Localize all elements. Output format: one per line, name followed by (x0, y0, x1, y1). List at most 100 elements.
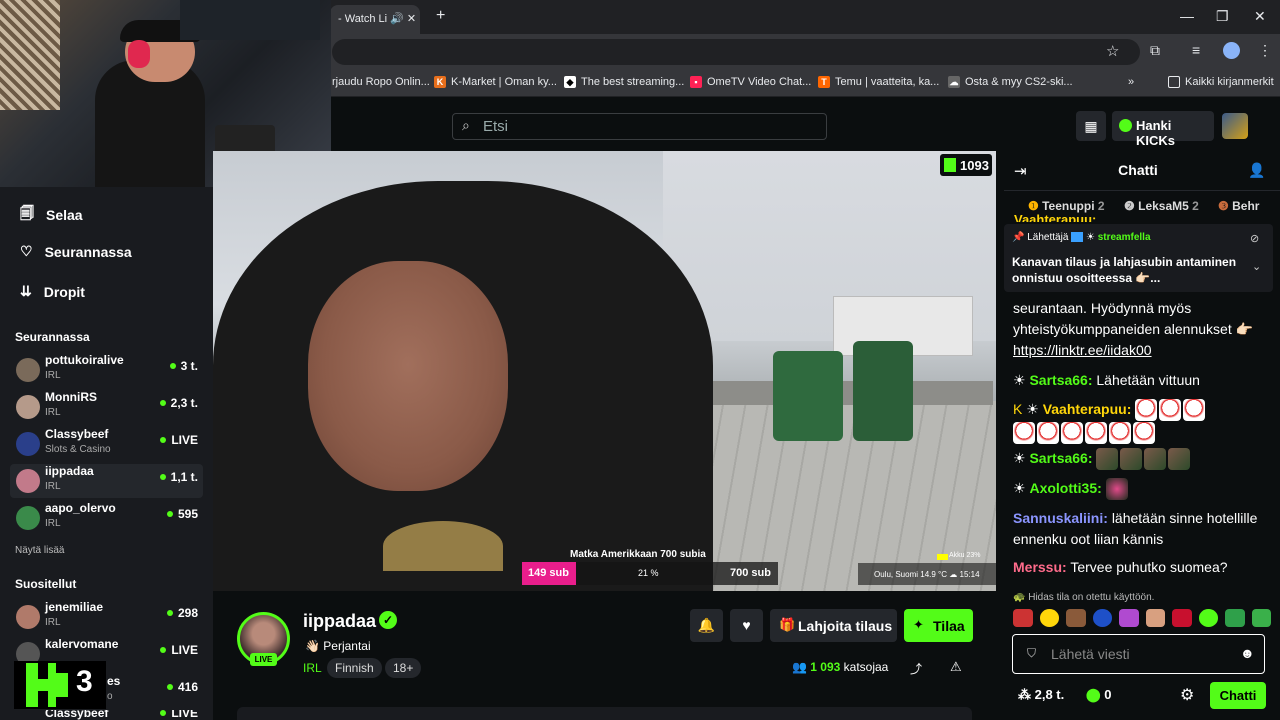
sidebar-channel[interactable]: aapo_olervo IRL 595 (10, 501, 203, 535)
nav-drops[interactable]: ⇊ Dropit (20, 283, 85, 300)
kmarket-icon: K (434, 76, 446, 88)
extensions-icon[interactable]: ⧉ (1150, 42, 1160, 59)
chat-input-placeholder: Lähetä viesti (1051, 646, 1130, 662)
gear-icon[interactable]: ⚙ (1180, 685, 1194, 705)
location-overlay: Oulu, Suomi 14.9 °C ☁ 15:14 (858, 563, 996, 585)
nav-following[interactable]: ♡ Seurannassa (20, 243, 132, 260)
stream-title: 👋🏻 Perjantai (305, 639, 371, 653)
emoji-icon[interactable]: ☻ (1240, 645, 1255, 661)
bookmark-item[interactable]: ▪ OmeTV Video Chat... (690, 76, 811, 88)
bookmark-item[interactable]: rjaudu Ropo Onlin... (332, 76, 430, 88)
send-chat-button[interactable]: Chatti (1210, 682, 1266, 709)
goal-progress-bar: 149 sub 21 % 700 sub (522, 562, 778, 585)
sidebar-channel[interactable]: Classybeef LIVE (10, 710, 203, 720)
avatar[interactable] (1222, 113, 1248, 139)
cs2-icon: ☁ (948, 76, 960, 88)
sidebar-channel[interactable]: Classybeef Slots & Casino LIVE (10, 427, 203, 461)
emote-bar (1013, 609, 1273, 631)
chat-peek: Vaahterapuu: (1014, 212, 1097, 222)
pinned-text: Kanavan tilaus ja lahjasubin antaminen o… (1012, 255, 1237, 285)
video-player[interactable]: 1093 Matka Amerikkaan 700 subia 149 sub … (213, 151, 996, 591)
show-more-link[interactable]: Näytä lisää (15, 545, 64, 556)
battery-icon (937, 554, 948, 560)
headphones (128, 40, 150, 68)
channel-points[interactable]: ⁂ 2,8 t. (1018, 687, 1064, 703)
bookmark-item[interactable]: ☁ Osta & myy CS2-ski... (948, 76, 1073, 88)
bell-icon[interactable]: 🔔 (690, 609, 723, 642)
emote-icon[interactable] (1066, 609, 1086, 627)
share-icon[interactable]: ⤴ (910, 660, 922, 677)
report-icon[interactable]: ⚠ (950, 659, 962, 675)
pinned-header: 📌 Lähettäjä ☀ streamfella (1012, 232, 1151, 243)
sidebar-channel[interactable]: jenemiliae IRL 298 (10, 600, 203, 634)
chat-message: Merssu: Tervee puhutko suomea? (1013, 559, 1228, 575)
minimize-icon[interactable]: — (1180, 8, 1194, 24)
emote-icon[interactable] (1198, 609, 1218, 627)
emote-icon[interactable] (1092, 609, 1112, 627)
folder-icon (1168, 76, 1180, 88)
bookmark-item[interactable]: ◆ The best streaming... (564, 76, 684, 88)
recommended-heading: Suositellut (15, 577, 77, 591)
emote-icon[interactable] (1119, 609, 1139, 627)
user-settings-icon[interactable]: 👤 (1248, 162, 1265, 179)
monitor (180, 0, 320, 40)
kicks-coin-icon (1119, 119, 1132, 132)
dashboard-icon[interactable]: ▦ (1076, 111, 1106, 141)
chat-panel: ⇥ Chatti 👤 ❶ Teenuppi 2 ❷ LeksaM5 2 ❸ Be… (1004, 152, 1280, 720)
bookmark-item[interactable]: K K-Market | Oman ky... (434, 76, 557, 88)
bookmark-item[interactable]: T Temu | vaatteita, ka... (818, 76, 939, 88)
green-bag (853, 341, 913, 441)
verified-icon: ✓ (379, 611, 397, 629)
sub-count: 149 sub (528, 567, 569, 579)
chat-title: Chatti (1118, 162, 1158, 178)
nav-browse[interactable]: 🗐 Selaa (20, 203, 83, 227)
live-badge: LIVE (250, 653, 277, 666)
chat-message: ☀ Sartsa66: Lähetään vittuun (1013, 372, 1200, 388)
goal-title: Matka Amerikkaan 700 subia (570, 549, 706, 560)
tag-pill[interactable]: 18+ (385, 658, 422, 678)
star-icon: ✦ (913, 617, 924, 632)
sidebar-channel-selected[interactable]: iippadaa IRL 1,1 t. (10, 464, 203, 498)
leaderboard-item[interactable]: ❶ Teenuppi 2 (1028, 199, 1105, 213)
sidebar-channel[interactable]: pottukoiralive IRL 3 t. (10, 353, 203, 387)
emote-icon[interactable] (1172, 609, 1192, 627)
chat-input[interactable]: ⛉ Lähetä viesti ☻ (1012, 634, 1265, 674)
menu-dots-icon[interactable]: ⋮ (1258, 42, 1272, 59)
search-input[interactable]: Etsi (452, 113, 827, 140)
category-link[interactable]: IRL (303, 661, 322, 675)
maximize-icon[interactable]: ❐ (1216, 8, 1229, 25)
bookmark-star-icon[interactable]: ☆ (1106, 42, 1119, 60)
emote-icon[interactable] (1145, 609, 1165, 627)
avatar (16, 432, 40, 456)
url-field[interactable] (332, 39, 1140, 65)
channel-info: LIVE iippadaa ✓ 👋🏻 Perjantai IRL Finnish… (213, 591, 996, 720)
kicks-balance[interactable]: ⬤ 0 (1086, 687, 1111, 703)
avatar (16, 358, 40, 382)
chevron-down-icon[interactable]: ⌄ (1252, 260, 1261, 273)
heart-icon[interactable]: ♥ (730, 609, 763, 642)
shirt-print (383, 521, 503, 571)
chat-link[interactable]: https://linktr.ee/iidak00 (1013, 342, 1152, 358)
diamond-icon: ◆ (564, 76, 576, 88)
emote-icon[interactable] (1251, 609, 1271, 627)
new-tab-button[interactable]: + (436, 7, 445, 25)
leaderboard-item[interactable]: ❸ Behr (1218, 199, 1259, 213)
avatar (16, 605, 40, 629)
kick-logo-icon (26, 663, 68, 707)
emote-icon[interactable] (1039, 609, 1059, 627)
goal-target: 700 sub (730, 567, 771, 579)
profile-icon[interactable] (1223, 42, 1240, 59)
leaderboard-item[interactable]: ❷ LeksaM5 2 (1124, 199, 1199, 213)
bookmarks-overflow-icon[interactable]: » (1128, 76, 1134, 88)
tag-pill[interactable]: Finnish (327, 658, 382, 678)
pinned-message[interactable]: 📌 Lähettäjä ☀ streamfella ⊘ Kanavan tila… (1004, 224, 1273, 292)
bookmark-folder[interactable]: Kaikki kirjanmerkit (1168, 76, 1274, 88)
emote-icon[interactable] (1013, 609, 1033, 627)
hide-pin-icon[interactable]: ⊘ (1250, 232, 1259, 245)
channel-name[interactable]: iippadaa (303, 611, 376, 632)
emote-icon[interactable] (1225, 609, 1245, 627)
browser-tab[interactable]: - Watch Li 🔊 ✕ (330, 5, 420, 34)
media-icon[interactable]: ≡ (1192, 42, 1200, 58)
close-icon[interactable]: ✕ (1254, 8, 1266, 25)
sidebar-channel[interactable]: MonniRS IRL 2,3 t. (10, 390, 203, 424)
